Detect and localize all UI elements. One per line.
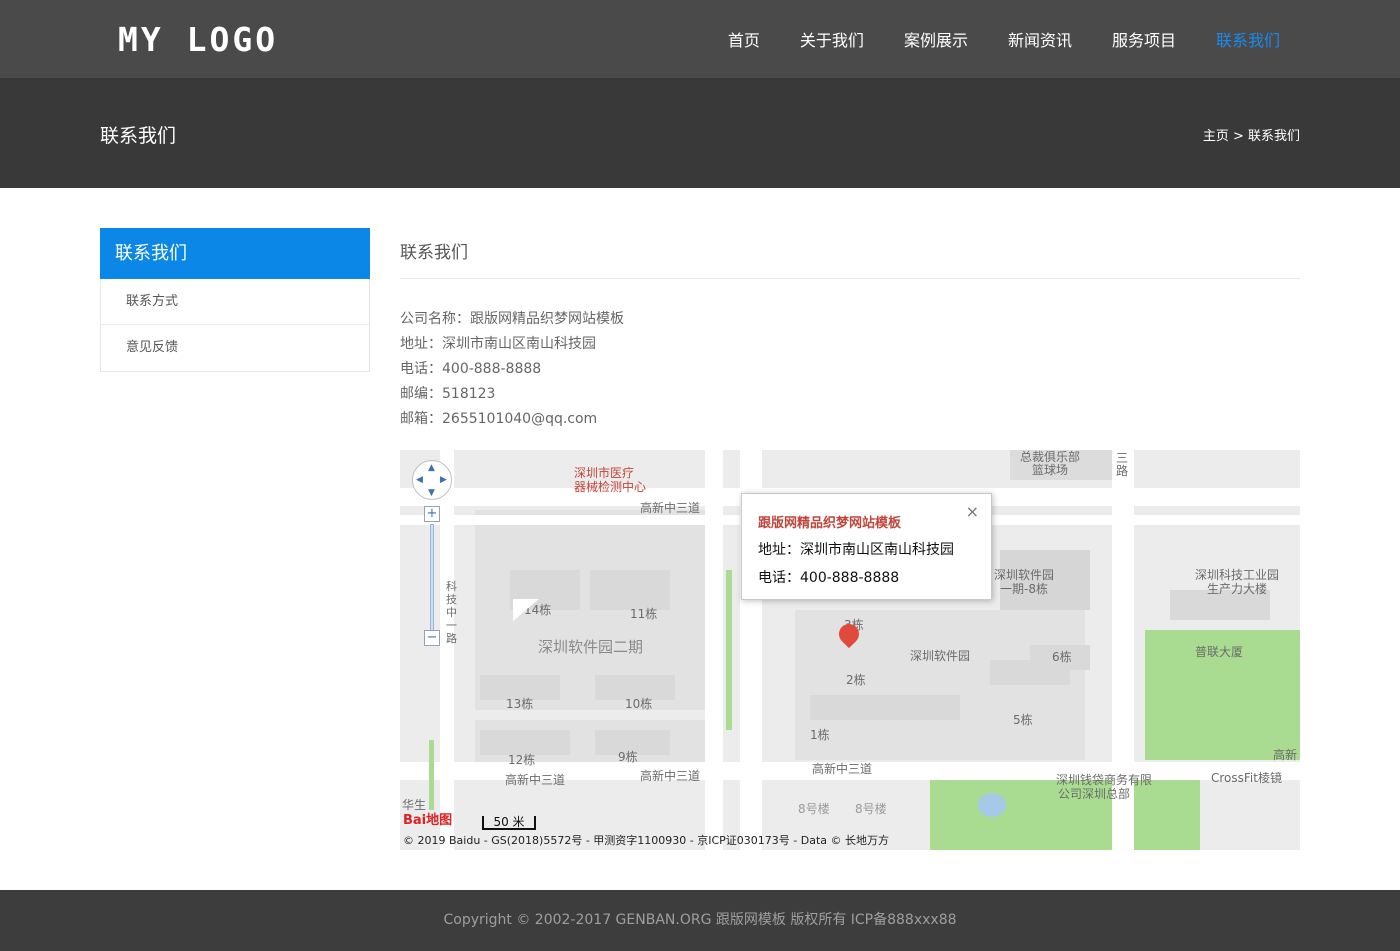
road-label: 高新中三道 <box>505 773 566 787</box>
company-phone: 电话：400-888-8888 <box>400 361 542 377</box>
nav-item-cases[interactable]: 案例展示 <box>904 27 968 51</box>
content-title: 联系我们 <box>400 228 1300 279</box>
nav-item-contact[interactable]: 联系我们 <box>1216 27 1280 51</box>
contact-info: 公司名称：跟版网精品织梦网站模板 地址：深圳市南山区南山科技园 电话：400-8… <box>400 307 1300 432</box>
building-label: 6栋 <box>1052 650 1072 664</box>
building-label: 8号楼 <box>855 802 887 816</box>
building-label: 11栋 <box>630 607 658 621</box>
zoom-in-button[interactable]: + <box>424 506 440 522</box>
nav-item-home[interactable]: 首页 <box>728 27 760 51</box>
map-label: 公司深圳总部 <box>1058 787 1131 801</box>
map-copyright: © 2019 Baidu - GS(2018)5572号 - 甲测资字11009… <box>403 834 890 847</box>
company-address: 地址：深圳市南山区南山科技园 <box>400 336 596 352</box>
company-email: 邮箱：2655101040@qq.com <box>400 411 598 427</box>
breadcrumb[interactable]: 主页 > 联系我们 <box>1203 125 1300 144</box>
info-window-address: 地址：深圳市南山区南山科技园 <box>758 542 954 558</box>
info-window-phone: 电话：400-888-8888 <box>758 570 900 586</box>
road-label: 科技中一路 <box>446 580 457 645</box>
zoom-out-button[interactable]: − <box>424 630 440 646</box>
road-label: 高新中三道 <box>812 762 873 776</box>
info-window-title: 跟版网精品织梦网站模板 <box>758 516 902 531</box>
map-label: 普联大厦 <box>1195 645 1244 659</box>
building-label: 1栋 <box>810 728 830 742</box>
sidebar-item-contact-method[interactable]: 联系方式 <box>101 279 369 325</box>
road-label: 高新中三道 <box>640 769 701 783</box>
building-label: 10栋 <box>625 697 653 711</box>
company-postcode: 邮编：518123 <box>400 386 496 402</box>
main-content: 联系我们 公司名称：跟版网精品织梦网站模板 地址：深圳市南山区南山科技园 电话：… <box>400 228 1300 432</box>
building-label: 2栋 <box>846 673 866 687</box>
sidebar: 联系我们 联系方式 意见反馈 <box>100 228 370 372</box>
map-label: 篮球场 <box>1032 463 1069 477</box>
pan-down-icon[interactable]: ▼ <box>428 488 435 498</box>
building-label: 9栋 <box>618 750 638 764</box>
map-label: 生产力大楼 <box>1207 582 1268 596</box>
site-logo[interactable]: MY LOGO <box>118 22 278 58</box>
building-label: 5栋 <box>1013 713 1033 727</box>
area-label: 深圳软件园 <box>910 649 971 663</box>
pan-right-icon[interactable]: ▶ <box>440 475 447 485</box>
area-label: 深圳软件园二期 <box>538 638 644 656</box>
map-zoom-control: + − <box>424 506 440 646</box>
map-label: 器械检测中心 <box>574 480 647 494</box>
map-scale: 50 米 <box>482 816 536 830</box>
map-label: CrossFit棱镜 <box>1211 771 1282 785</box>
page-banner: 联系我们 主页 > 联系我们 <box>0 78 1400 188</box>
pan-up-icon[interactable]: ▲ <box>428 463 435 473</box>
building-label: 12栋 <box>508 753 536 767</box>
company-name: 公司名称：跟版网精品织梦网站模板 <box>400 311 624 327</box>
map-pan-control[interactable]: ▲ ▼ ◀ ▶ <box>412 460 452 500</box>
close-icon[interactable]: × <box>966 502 979 521</box>
map-info-window: 跟版网精品织梦网站模板 地址：深圳市南山区南山科技园 电话：400-888-88… <box>741 493 992 600</box>
nav-item-news[interactable]: 新闻资讯 <box>1008 27 1072 51</box>
nav-item-about[interactable]: 关于我们 <box>800 27 864 51</box>
info-window-tail <box>513 599 539 621</box>
road-label: 高新 <box>1273 748 1298 762</box>
zoom-slider[interactable] <box>430 524 434 636</box>
banner-title: 联系我们 <box>100 125 177 147</box>
nav-item-services[interactable]: 服务项目 <box>1112 27 1176 51</box>
baidu-map[interactable]: ▲ ▼ ◀ ▶ + − 深圳市医疗 器械检测中心 高新中三道 总裁俱乐部 篮球场… <box>400 450 1300 850</box>
map-brand-logo: Bai地图 <box>403 813 453 828</box>
building-label: 8号楼 <box>798 802 830 816</box>
top-navbar: MY LOGO 首页 关于我们 案例展示 新闻资讯 服务项目 联系我们 <box>0 0 1400 78</box>
area-label: 一期-8栋 <box>1000 582 1048 596</box>
site-footer: Copyright © 2002-2017 GENBAN.ORG 跟版网模板 版… <box>0 890 1400 951</box>
main-nav: 首页 关于我们 案例展示 新闻资讯 服务项目 联系我们 <box>688 0 1280 78</box>
sidebar-item-feedback[interactable]: 意见反馈 <box>101 325 369 371</box>
road-label: 高新中三道 <box>640 501 701 515</box>
pan-left-icon[interactable]: ◀ <box>416 475 423 485</box>
road-label: 三路 <box>1116 451 1129 478</box>
sidebar-title: 联系我们 <box>100 228 370 279</box>
building-label: 13栋 <box>506 697 534 711</box>
